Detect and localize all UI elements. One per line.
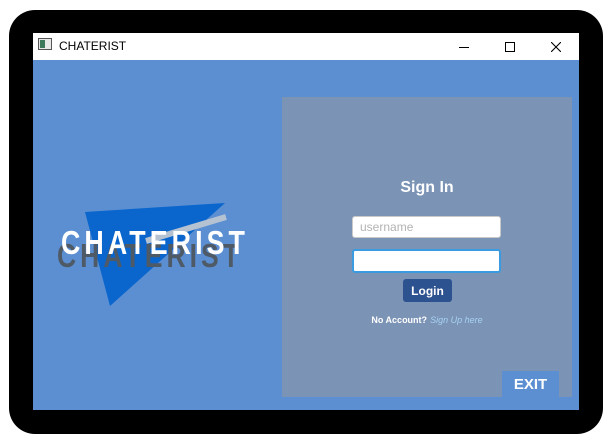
username-input[interactable] <box>352 216 501 238</box>
logo-text: CHATERIST <box>61 224 249 261</box>
login-button[interactable]: Login <box>403 279 452 302</box>
exit-button[interactable]: EXIT <box>502 371 559 398</box>
title-bar: CHATERIST <box>33 33 579 60</box>
window-title: CHATERIST <box>59 39 127 53</box>
login-panel: Sign In Login No Account?Sign Up here <box>282 97 572 397</box>
chaterist-logo: CHATERIST CHATERIST <box>57 203 249 306</box>
sign-up-link[interactable]: Sign Up here <box>430 315 483 325</box>
maximize-button[interactable] <box>487 33 533 60</box>
minimize-button[interactable] <box>441 33 487 60</box>
maximize-icon <box>505 41 515 52</box>
no-account-label: No Account? <box>371 315 428 325</box>
password-input[interactable] <box>352 249 501 273</box>
app-icon <box>38 38 52 50</box>
sign-in-heading: Sign In <box>400 179 454 196</box>
minimize-icon <box>459 46 469 48</box>
no-account-row: No Account? Sign Up here <box>282 315 572 325</box>
main-area: CHATERIST CHATERIST Sign In Login No Acc… <box>33 60 579 410</box>
close-icon <box>551 41 561 52</box>
close-button[interactable] <box>533 33 579 60</box>
